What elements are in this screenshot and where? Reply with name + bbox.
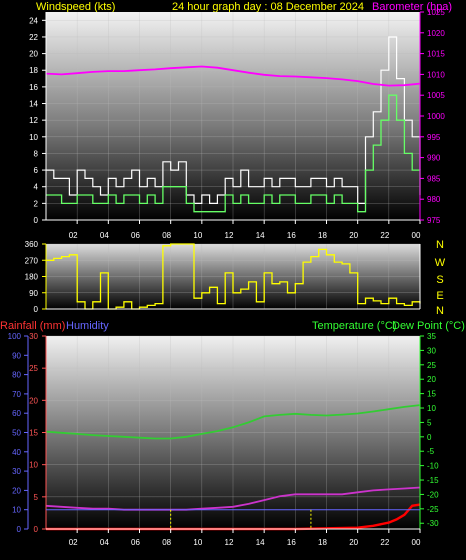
barometer-tick-label: 985	[427, 174, 441, 183]
compass-labels: NWSEN	[435, 239, 446, 317]
wind-tick-label: 20	[29, 50, 38, 59]
wind-tick-label: 4	[34, 183, 39, 192]
time-tick-label: 12	[225, 231, 234, 240]
humidity-tick-label: 80	[12, 371, 21, 380]
temp-tick-label: 35	[427, 332, 436, 341]
wind-tick-label: 2	[34, 199, 39, 208]
wind-tick-label: 6	[34, 166, 39, 175]
direction-tick-label: 180	[25, 273, 39, 282]
barometer-tick-label: 995	[427, 133, 441, 142]
time-tick-label: 22	[380, 231, 389, 240]
barometer-tick-label: 1025	[427, 8, 445, 17]
rain-tick-label: 30	[29, 332, 38, 341]
time-tick-label: 16	[287, 231, 296, 240]
barometer-tick-label: 975	[427, 216, 441, 225]
compass-label: N	[436, 305, 444, 317]
graph-title: 24 hour graph day : 08 December 2024	[172, 1, 364, 13]
barometer-tick-label: 990	[427, 154, 441, 163]
humidity-axis-label: Humidity	[66, 320, 109, 332]
direction-tick-label: 0	[34, 305, 39, 314]
wind-tick-label: 0	[34, 216, 39, 225]
time-tick-label: 22	[380, 538, 389, 547]
temp-tick-label: 10	[427, 404, 436, 413]
time-tick-label: 18	[318, 231, 327, 240]
time-tick-label: 12	[225, 538, 234, 547]
wind-tick-label: 14	[29, 100, 38, 109]
rainfall-axis-label: Rainfall (mm)	[0, 320, 65, 332]
rain-tick-label: 20	[29, 396, 38, 405]
wind-tick-label: 12	[29, 116, 38, 125]
time-tick-label: 16	[287, 538, 296, 547]
temp-tick-label: 20	[427, 375, 436, 384]
temp-tick-label: 15	[427, 390, 436, 399]
time-tick-label: 14	[256, 538, 265, 547]
time-tick-label: 20	[349, 538, 358, 547]
time-tick-label: 08	[162, 231, 171, 240]
time-tick-label: 08	[162, 538, 171, 547]
barometer-tick-label: 1020	[427, 29, 445, 38]
time-tick-label: 20	[349, 231, 358, 240]
direction-tick-label: 270	[25, 256, 39, 265]
temp-tick-label: -20	[427, 490, 439, 499]
temp-tick-label: -25	[427, 505, 439, 514]
windspeed-axis-label: Windspeed (kts)	[36, 1, 115, 13]
rain-tick-label: 15	[29, 429, 38, 438]
temperature-axis-label: Temperature (°C)	[312, 320, 396, 332]
temp-tick-label: 5	[427, 418, 432, 427]
time-tick-label: 06	[131, 231, 140, 240]
humidity-tick-label: 40	[12, 448, 21, 457]
rain-tick-label: 5	[34, 493, 39, 502]
wind-tick-label: 18	[29, 66, 38, 75]
time-tick-label: 02	[69, 538, 78, 547]
time-tick-label: 10	[193, 538, 202, 547]
humidity-tick-label: 20	[12, 486, 21, 495]
time-tick-label: 00	[412, 231, 421, 240]
humidity-tick-label: 30	[12, 467, 21, 476]
temp-tick-label: -5	[427, 447, 435, 456]
time-tick-label: 00	[412, 538, 421, 547]
weather-graph: Windspeed (kts) 24 hour graph day : 08 D…	[0, 0, 466, 555]
compass-label: N	[436, 239, 444, 251]
temp-tick-label: 0	[427, 433, 432, 442]
direction-tick-label: 90	[29, 289, 38, 298]
time-tick-label: 18	[318, 538, 327, 547]
temp-tick-label: 25	[427, 361, 436, 370]
rain-tick-label: 25	[29, 364, 38, 373]
wind-tick-label: 10	[29, 133, 38, 142]
wind-tick-label: 24	[29, 16, 38, 25]
time-tick-label: 10	[193, 231, 202, 240]
humidity-tick-label: 70	[12, 390, 21, 399]
wind-tick-label: 22	[29, 33, 38, 42]
humidity-tick-label: 100	[8, 332, 22, 341]
temp-tick-label: 30	[427, 346, 436, 355]
compass-label: S	[436, 274, 443, 286]
wind-tick-label: 8	[34, 149, 39, 158]
barometer-tick-label: 980	[427, 195, 441, 204]
direction-tick-label: 360	[25, 240, 39, 249]
barometer-tick-label: 1010	[427, 70, 445, 79]
humidity-tick-label: 90	[12, 351, 21, 360]
barometer-tick-label: 1000	[427, 112, 445, 121]
compass-label: W	[435, 257, 446, 269]
humidity-tick-label: 10	[12, 506, 21, 515]
barometer-tick-label: 1005	[427, 91, 445, 100]
temp-tick-label: -30	[427, 519, 439, 528]
humidity-tick-label: 60	[12, 409, 21, 418]
time-tick-label: 04	[100, 231, 109, 240]
time-tick-label: 14	[256, 231, 265, 240]
time-tick-label: 04	[100, 538, 109, 547]
time-tick-label: 06	[131, 538, 140, 547]
humidity-tick-label: 0	[17, 525, 22, 534]
humidity-tick-label: 50	[12, 429, 21, 438]
barometer-tick-label: 1015	[427, 50, 445, 59]
compass-label: E	[436, 290, 443, 302]
weather-graph-canvas: Windspeed (kts) 24 hour graph day : 08 D…	[0, 1, 465, 547]
rain-tick-label: 10	[29, 461, 38, 470]
wind-tick-label: 16	[29, 83, 38, 92]
dewpoint-axis-label: Dew Point (°C)	[392, 320, 465, 332]
rain-tick-label: 0	[34, 525, 39, 534]
temp-tick-label: -15	[427, 476, 439, 485]
time-tick-label: 02	[69, 231, 78, 240]
temp-tick-label: -10	[427, 462, 439, 471]
